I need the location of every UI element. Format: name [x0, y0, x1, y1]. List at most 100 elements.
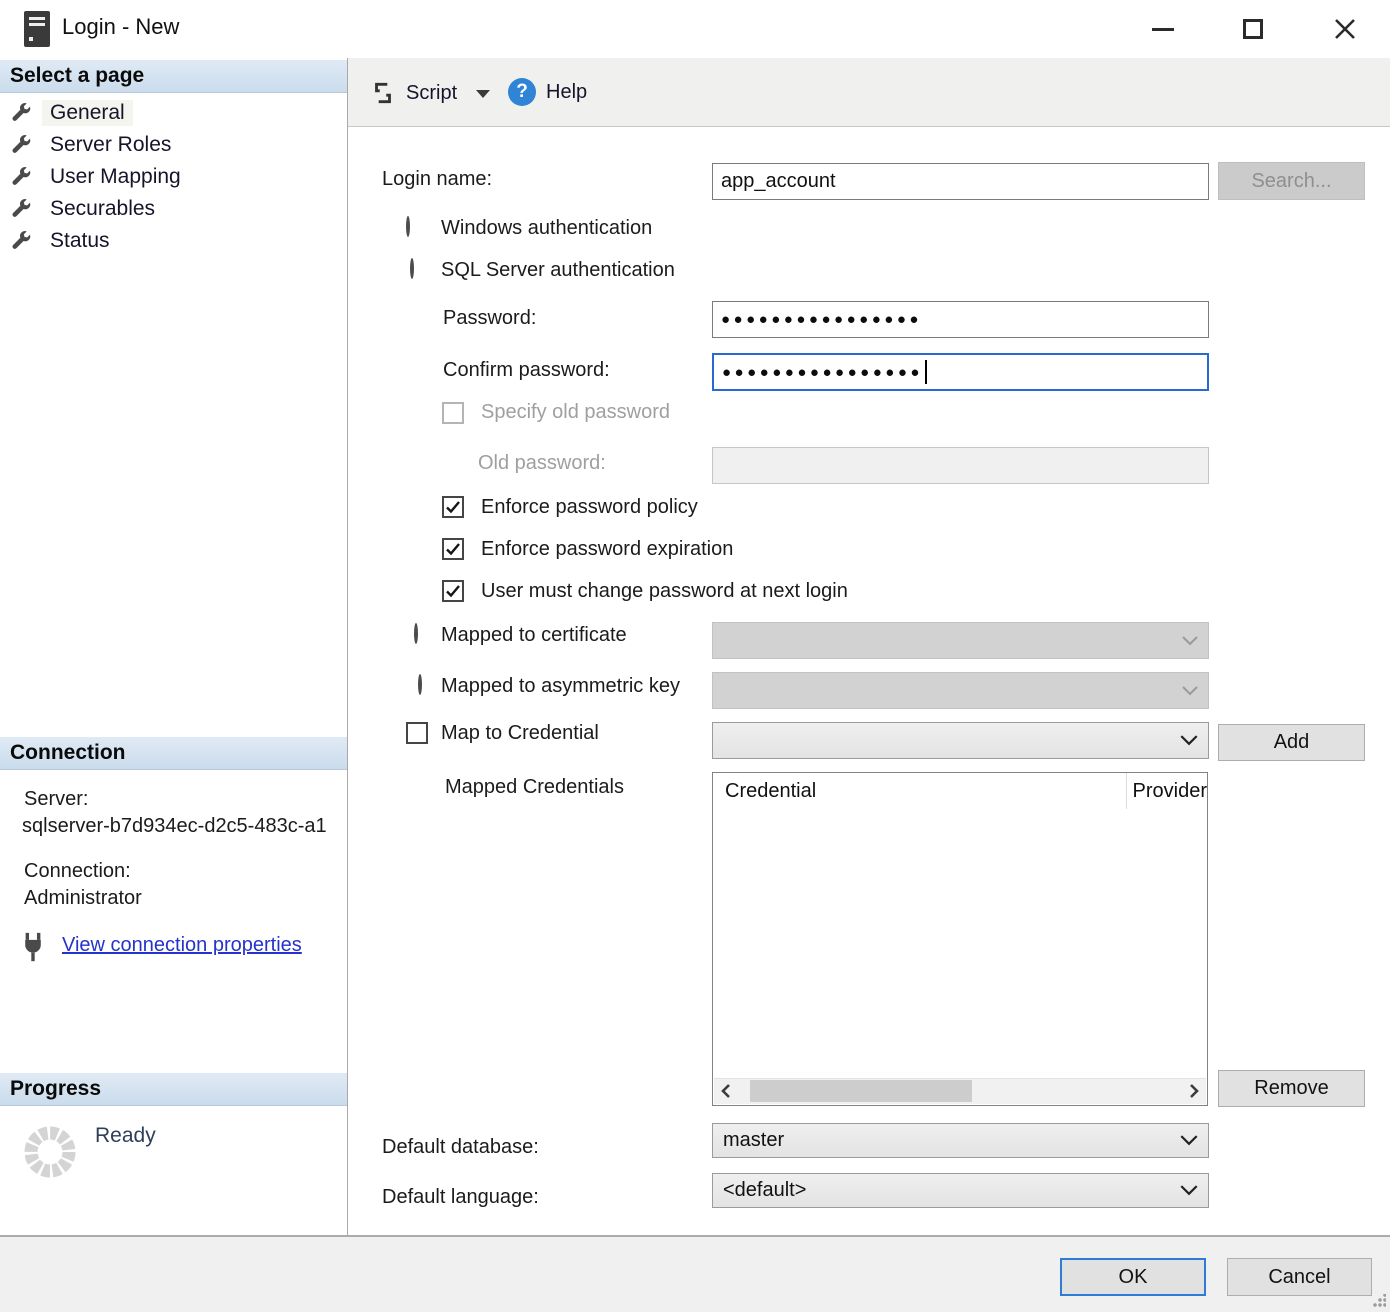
plug-icon [16, 930, 50, 969]
certificate-select [712, 622, 1209, 659]
credential-select[interactable] [712, 722, 1209, 759]
column-header-credential[interactable]: Credential [713, 780, 1126, 803]
add-button[interactable]: Add [1218, 724, 1365, 761]
sql-server-authentication-label: SQL Server authentication [441, 259, 675, 281]
window-title: Login - New [62, 14, 180, 39]
view-connection-properties-link[interactable]: View connection properties [62, 934, 302, 957]
maximize-button[interactable] [1222, 0, 1284, 58]
mapped-to-asymmetric-key-label: Mapped to asymmetric key [441, 675, 680, 697]
windows-authentication-label: Windows authentication [441, 217, 653, 239]
title-bar: Login - New [0, 0, 1390, 59]
mapped-to-certificate-radio[interactable] [414, 623, 418, 644]
close-icon [1335, 19, 1355, 39]
sidebar-item-securables[interactable]: Securables [10, 193, 340, 225]
progress-spinner-icon [22, 1124, 78, 1185]
login-name-input[interactable]: app_account [712, 163, 1209, 200]
minimize-button[interactable] [1132, 0, 1194, 58]
enforce-password-policy-label: Enforce password policy [481, 496, 698, 518]
horizontal-scrollbar[interactable] [714, 1078, 1206, 1104]
enforce-password-policy-checkbox[interactable] [442, 496, 464, 518]
old-password-input [712, 447, 1209, 484]
password-label: Password: [443, 307, 537, 329]
scrollbar-thumb[interactable] [750, 1080, 972, 1102]
asymmetric-key-select [712, 672, 1209, 709]
sidebar-item-label: Server Roles [50, 133, 172, 156]
text-cursor [924, 360, 927, 384]
wrench-icon [12, 103, 31, 121]
wrench-icon [12, 135, 31, 153]
ok-button[interactable]: OK [1060, 1258, 1206, 1296]
chevron-down-icon [476, 90, 490, 98]
remove-button[interactable]: Remove [1218, 1070, 1365, 1107]
footer-bar: OK Cancel [0, 1235, 1390, 1312]
mapped-credentials-list[interactable]: Credential Provider [712, 772, 1208, 1106]
user-must-change-password-checkbox[interactable] [442, 580, 464, 602]
chevron-down-icon [1182, 685, 1198, 695]
server-label: Server: [24, 788, 89, 810]
sql-server-authentication-radio[interactable] [410, 258, 414, 279]
wrench-icon [12, 167, 31, 185]
default-language-value: <default> [723, 1179, 807, 1201]
script-label: Script [406, 81, 458, 104]
wrench-icon [12, 199, 31, 217]
chevron-down-icon [1180, 1135, 1198, 1146]
search-button[interactable]: Search... [1218, 162, 1365, 200]
sidebar-item-label: Status [50, 229, 110, 252]
chevron-down-icon [1182, 635, 1198, 645]
connection-value: Administrator [24, 887, 142, 909]
chevron-right-icon [1190, 1084, 1199, 1098]
mapped-to-certificate-label: Mapped to certificate [441, 624, 627, 646]
maximize-icon [1243, 19, 1263, 39]
help-question-icon: ? [508, 78, 536, 106]
column-header-provider[interactable]: Provider [1125, 773, 1207, 809]
toolbar: Script ? Help [348, 58, 1390, 127]
help-button[interactable]: ? Help [508, 74, 587, 110]
select-a-page-header: Select a page [0, 60, 347, 93]
sidebar-item-server-roles[interactable]: Server Roles [10, 129, 340, 161]
sidebar-item-label: User Mapping [50, 165, 181, 188]
chevron-down-icon [1180, 735, 1198, 746]
close-button[interactable] [1314, 0, 1376, 58]
login-name-value: app_account [721, 170, 836, 192]
resize-grip[interactable] [1372, 1294, 1386, 1308]
connection-label: Connection: [24, 860, 131, 882]
specify-old-password-checkbox[interactable] [442, 402, 464, 424]
script-button[interactable]: Script [370, 76, 457, 110]
sidebar-item-user-mapping[interactable]: User Mapping [10, 161, 340, 193]
default-database-label: Default database: [382, 1136, 539, 1158]
sidebar-item-general[interactable]: General [10, 97, 340, 129]
default-database-select[interactable]: master [712, 1123, 1209, 1158]
wrench-icon [12, 231, 31, 249]
server-value: sqlserver-b7d934ec-d2c5-483c-a1 [22, 815, 327, 837]
map-to-credential-checkbox[interactable] [406, 722, 428, 744]
sidebar-item-status[interactable]: Status [10, 225, 340, 257]
scroll-right-button[interactable] [1182, 1079, 1206, 1103]
mapped-to-asymmetric-key-radio[interactable] [418, 674, 422, 695]
password-input[interactable]: ●●●●●●●●●●●●●●●● [712, 301, 1209, 338]
default-language-label: Default language: [382, 1186, 539, 1208]
mapped-credentials-list-header: Credential Provider [713, 773, 1207, 809]
default-language-select[interactable]: <default> [712, 1173, 1209, 1208]
cancel-button[interactable]: Cancel [1227, 1258, 1372, 1296]
minimize-icon [1152, 27, 1174, 31]
enforce-password-expiration-checkbox[interactable] [442, 538, 464, 560]
confirm-password-input[interactable]: ●●●●●●●●●●●●●●●● [712, 353, 1209, 391]
script-scroll-icon [375, 82, 391, 104]
progress-header: Progress [0, 1073, 347, 1106]
server-icon [24, 11, 50, 47]
password-masked-value: ●●●●●●●●●●●●●●●● [721, 311, 922, 328]
map-to-credential-label: Map to Credential [441, 722, 599, 744]
confirm-password-masked-value: ●●●●●●●●●●●●●●●● [722, 363, 923, 381]
enforce-password-expiration-label: Enforce password expiration [481, 538, 734, 560]
chevron-down-icon [1180, 1185, 1198, 1196]
left-panel: Select a page General Server Roles User … [0, 58, 348, 1235]
sidebar-item-label: General [42, 100, 133, 126]
script-dropdown-button[interactable] [476, 90, 490, 98]
confirm-password-label: Confirm password: [443, 359, 610, 381]
specify-old-password-label: Specify old password [481, 401, 670, 423]
scroll-left-button[interactable] [714, 1079, 738, 1103]
windows-authentication-radio[interactable] [406, 216, 410, 237]
default-database-value: master [723, 1129, 785, 1151]
user-must-change-password-label: User must change password at next login [481, 580, 848, 602]
help-label: Help [546, 80, 588, 103]
